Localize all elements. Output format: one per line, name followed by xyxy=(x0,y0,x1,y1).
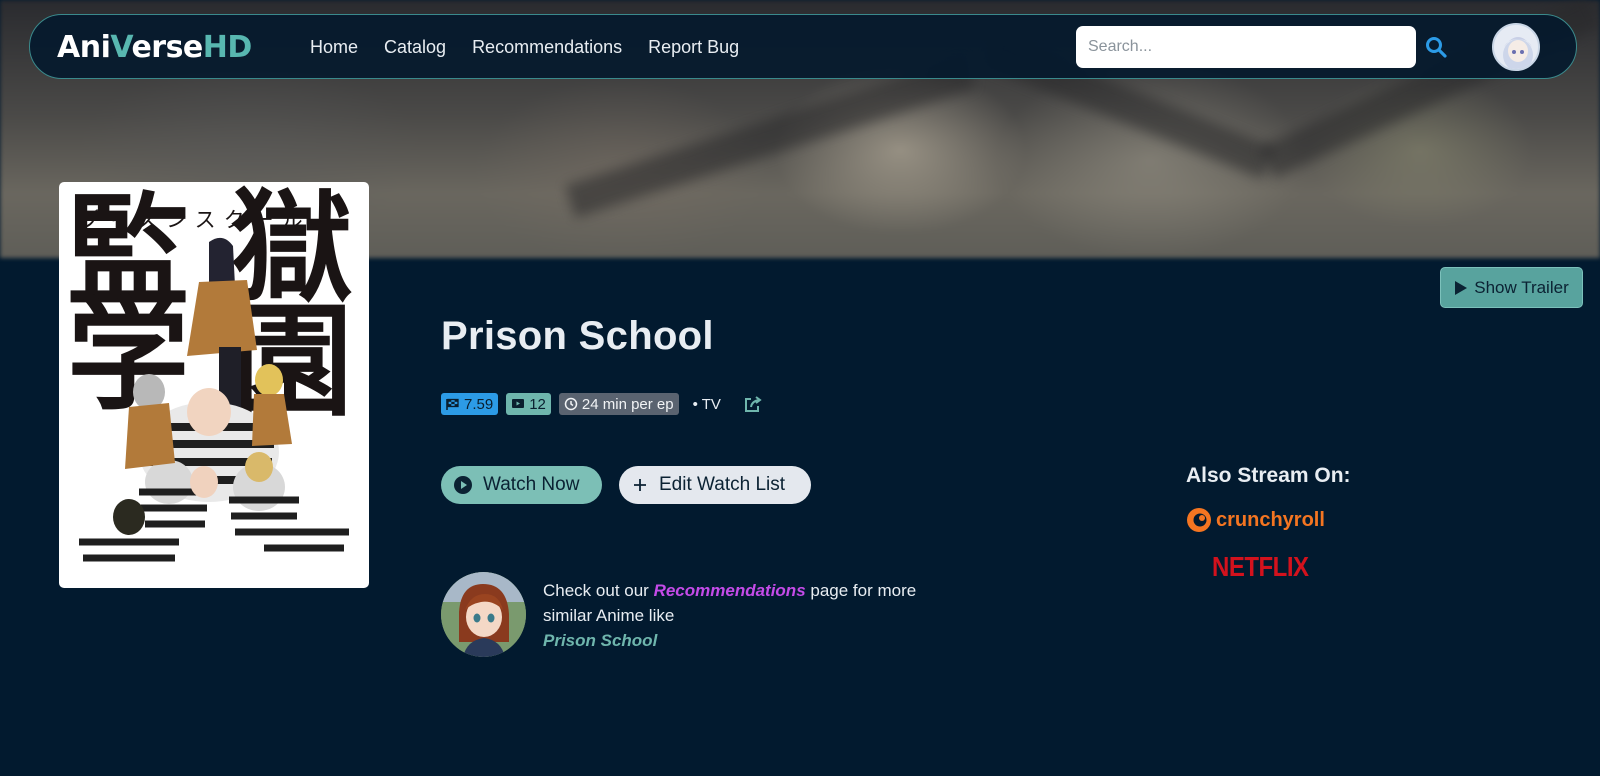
clock-icon xyxy=(564,397,578,411)
recommendation-prefix: Check out our xyxy=(543,581,654,600)
anime-poster: プリズンスクール 監 獄 学 園 xyxy=(59,182,369,588)
watch-now-label: Watch Now xyxy=(483,474,580,495)
recommendation-anime-title: Prison School xyxy=(543,631,658,650)
user-avatar[interactable] xyxy=(1492,23,1540,71)
show-trailer-label: Show Trailer xyxy=(1474,277,1569,297)
duration-value: 24 min per ep xyxy=(581,395,674,413)
episodes-value: 12 xyxy=(529,395,546,413)
anime-title: Prison School xyxy=(441,314,714,358)
tv-icon xyxy=(512,399,525,408)
edit-watch-list-label: Edit Watch List xyxy=(659,474,786,495)
episodes-badge: 12 xyxy=(506,393,551,415)
search-icon[interactable] xyxy=(1424,35,1448,59)
flag-icon xyxy=(446,398,459,410)
search-input[interactable] xyxy=(1076,26,1416,68)
play-circle-icon xyxy=(454,476,472,494)
duration-badge: 24 min per ep xyxy=(558,393,679,415)
top-navbar: AniVerseHD Home Catalog Recommendations … xyxy=(29,14,1577,79)
site-logo[interactable]: AniVerseHD xyxy=(57,30,252,65)
recommendation-text: Check out our Recommendations page for m… xyxy=(543,578,963,653)
share-icon[interactable] xyxy=(743,394,763,414)
assistant-avatar xyxy=(441,572,526,657)
nav-link-home[interactable]: Home xyxy=(310,37,358,58)
also-stream-title: Also Stream On: xyxy=(1186,464,1351,487)
score-value: 7.59 xyxy=(464,395,494,413)
poster-illustration xyxy=(79,237,349,562)
score-badge: 7.59 xyxy=(441,393,499,415)
crunchyroll-label: crunchyroll xyxy=(1216,508,1325,531)
netflix-link[interactable]: NETFLIX xyxy=(1212,552,1309,584)
edit-watch-list-button[interactable]: Edit Watch List xyxy=(619,466,811,504)
recommendations-link[interactable]: Recommendations xyxy=(654,581,806,600)
play-icon xyxy=(1455,280,1468,295)
nav-link-recommendations[interactable]: Recommendations xyxy=(472,37,622,58)
plus-icon xyxy=(634,479,646,491)
anime-type: • TV xyxy=(692,395,721,413)
nav-link-catalog[interactable]: Catalog xyxy=(384,37,446,58)
show-trailer-button[interactable]: Show Trailer xyxy=(1440,267,1583,308)
watch-now-button[interactable]: Watch Now xyxy=(441,466,602,504)
crunchyroll-link[interactable]: crunchyroll xyxy=(1186,507,1325,533)
crunchyroll-icon xyxy=(1187,508,1211,532)
nav-links: Home Catalog Recommendations Report Bug xyxy=(310,37,765,58)
nav-link-report-bug[interactable]: Report Bug xyxy=(648,37,739,58)
anime-meta: 7.59 12 24 min per ep • TV xyxy=(441,393,763,415)
